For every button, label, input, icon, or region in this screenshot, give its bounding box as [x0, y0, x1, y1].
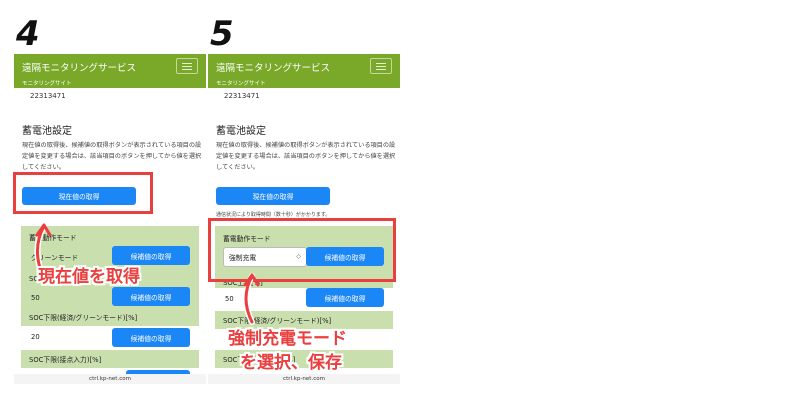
- hamburger-icon[interactable]: [370, 58, 392, 74]
- description-text: 現在値の取得後、候補値の取得ボタンが表示されている項目の設定値を変更する場合は、…: [22, 142, 202, 171]
- app-subtitle: モニタリングサイト: [22, 81, 72, 87]
- highlight-operation-mode: [208, 218, 396, 282]
- step-number: 4: [16, 14, 40, 54]
- page-title: 蓄電池設定: [216, 126, 266, 137]
- section-value: 50: [225, 295, 234, 303]
- app-title: 遠隔モニタリングサービス: [22, 63, 137, 74]
- annotation-get-current: 現在値を取得: [38, 267, 140, 287]
- step-number: 5: [210, 14, 234, 54]
- app-header: 遠隔モニタリングサービス モニタリングサイト: [208, 54, 400, 88]
- description-text: 現在値の取得後、候補値の取得ボタンが表示されている項目の設定値を変更する場合は、…: [216, 142, 396, 171]
- section-value: 50: [31, 294, 40, 302]
- curved-arrow-icon: [243, 273, 260, 325]
- page-title: 蓄電池設定: [22, 126, 72, 137]
- highlight-get-current: [13, 172, 153, 214]
- url-bar: ctrl.kp-net.com: [208, 374, 400, 384]
- app-title: 遠隔モニタリングサービス: [216, 63, 331, 74]
- device-id: 22313471: [224, 92, 260, 100]
- get-current-value-button[interactable]: 現在値の取得: [216, 187, 330, 205]
- app-subtitle: モニタリングサイト: [216, 81, 266, 87]
- hamburger-icon[interactable]: [176, 58, 198, 74]
- get-candidate-button[interactable]: 候補値の取得: [112, 287, 190, 306]
- annotation-select-mode-line1: 強制充電モード: [228, 329, 347, 349]
- section-soc-lower-contact: SOC下限(接点入力)[%]: [21, 350, 199, 368]
- get-candidate-button[interactable]: 候補値の取得: [112, 328, 190, 347]
- section-value: 20: [31, 333, 40, 341]
- annotation-select-mode-line2: を選択、保存: [240, 353, 342, 373]
- section-label: SOC下限(接点入力)[%]: [29, 356, 102, 364]
- app-header: 遠隔モニタリングサービス モニタリングサイト: [14, 54, 206, 88]
- get-candidate-button[interactable]: 候補値の取得: [306, 288, 384, 307]
- phone-screen-step4: 遠隔モニタリングサービス モニタリングサイト 22313471 蓄電池設定 現在…: [14, 54, 206, 384]
- section-soc-lower-economy: SOC下限(経済/グリーンモード)[%]: [21, 308, 199, 326]
- fetch-time-hint: 通信状況により取得時間（数十秒）がかかります。: [216, 212, 331, 218]
- device-id: 22313471: [30, 92, 66, 100]
- section-label: SOC下限(経済/グリーンモード)[%]: [29, 314, 138, 322]
- url-bar: ctrl.kp-net.com: [14, 374, 206, 384]
- get-candidate-button[interactable]: 候補値の取得: [112, 246, 190, 265]
